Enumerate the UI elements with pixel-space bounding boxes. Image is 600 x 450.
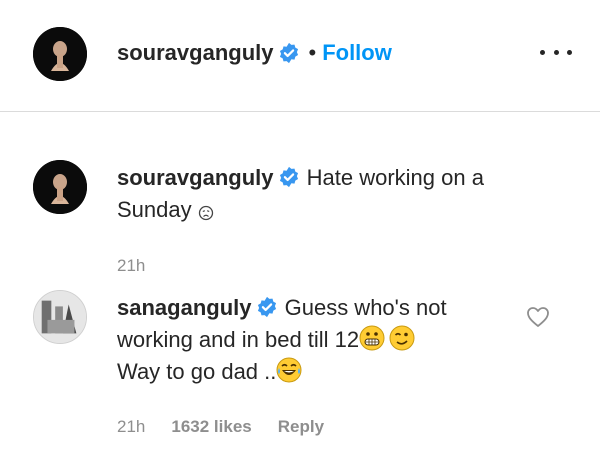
winking-face-emoji-icon — [389, 325, 415, 351]
verified-badge-icon — [280, 166, 299, 188]
header-row: souravganguly • Follow — [117, 38, 392, 68]
avatar[interactable] — [33, 290, 87, 344]
avatar-image — [33, 160, 87, 214]
caption-username[interactable]: souravganguly — [117, 165, 273, 190]
caption-text-block: souravganguly Hate working on a Sunday — [117, 162, 537, 226]
avatar[interactable] — [33, 160, 87, 214]
verified-badge-icon — [258, 296, 277, 318]
header-username[interactable]: souravganguly — [117, 40, 273, 66]
header-separator: • — [308, 40, 317, 65]
avatar[interactable] — [33, 27, 87, 81]
reply-button[interactable]: Reply — [278, 417, 324, 436]
verified-badge-icon — [280, 42, 299, 64]
comment-text-line1: Guess who's not — [284, 295, 447, 320]
comment-time[interactable]: 21h — [117, 417, 145, 436]
more-options-icon[interactable] — [540, 40, 572, 64]
avatar-image — [33, 27, 87, 81]
tears-of-joy-emoji-icon — [276, 357, 302, 383]
caption-time[interactable]: 21h — [117, 256, 145, 275]
comment-text-line3: Way to go dad .. — [117, 359, 277, 384]
grimacing-face-emoji-icon — [359, 325, 385, 351]
post-header: souravganguly • Follow — [0, 0, 600, 112]
follow-button[interactable]: Follow — [322, 40, 392, 66]
comment-username[interactable]: sanaganguly — [117, 295, 251, 320]
weary-face-emoji-icon — [198, 205, 213, 221]
comment-meta: 21h 1632 likes Reply — [117, 417, 324, 437]
comment-text-block: sanaganguly Guess who's not working and … — [117, 292, 517, 388]
comment-text-line2: working and in bed till 12 — [117, 327, 360, 352]
heart-icon[interactable] — [526, 306, 550, 328]
avatar-image — [34, 291, 86, 343]
caption-meta: 21h — [117, 256, 145, 276]
comment-likes[interactable]: 1632 likes — [171, 417, 251, 436]
